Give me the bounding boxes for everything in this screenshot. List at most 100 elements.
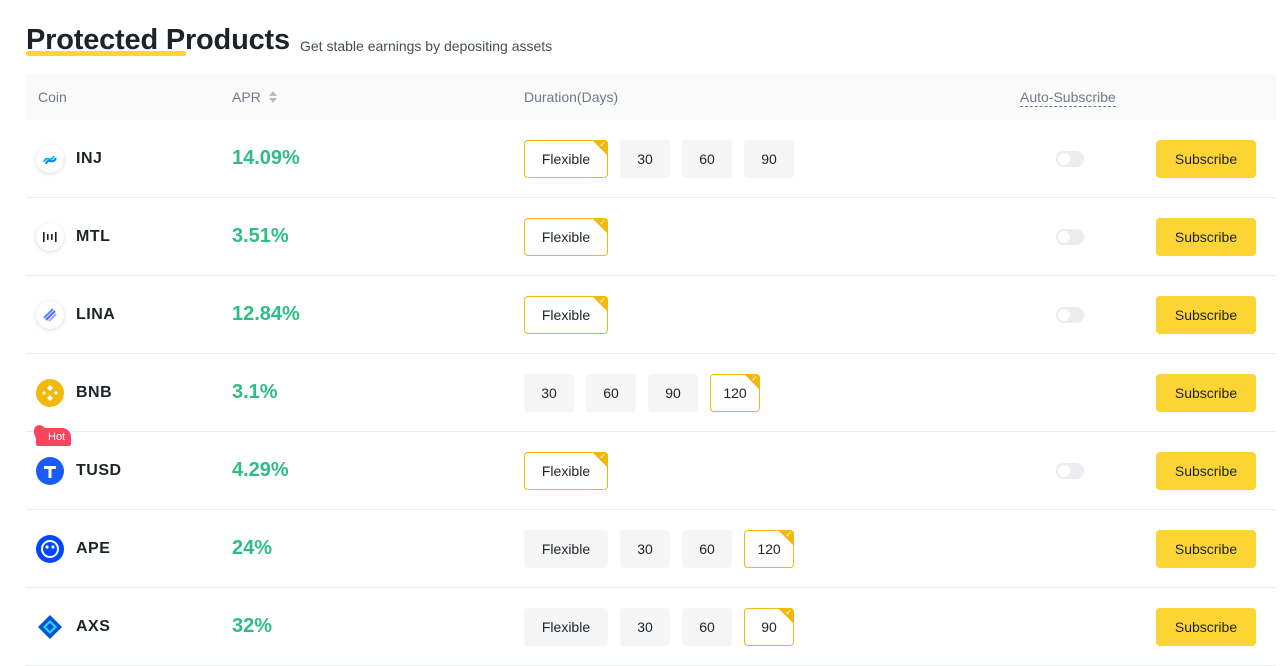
column-header-apr-label: APR bbox=[232, 89, 261, 105]
duration-options: Flexible ✓ bbox=[524, 198, 620, 275]
duration-option[interactable]: 60 bbox=[586, 373, 636, 412]
apr-value: 3.51% bbox=[232, 225, 289, 247]
coin-name: INJ bbox=[76, 149, 103, 167]
duration-option-label: Flexible bbox=[541, 462, 591, 479]
table-row: AXS 32% Flexible 30 60 90 ✓ Subscribe bbox=[26, 588, 1276, 666]
duration-option[interactable]: Flexible bbox=[524, 529, 608, 568]
auto-subscribe-toggle[interactable] bbox=[1056, 229, 1084, 245]
toggle-knob bbox=[1058, 153, 1070, 165]
apr-value: 3.1% bbox=[232, 381, 278, 403]
duration-option[interactable]: Flexible ✓ bbox=[524, 295, 608, 334]
table-row: Hot TUSD 4.29% Flexible ✓ Subscribe bbox=[26, 428, 1276, 510]
coin-name: TUSD bbox=[76, 461, 122, 479]
bnb-icon bbox=[36, 378, 64, 407]
duration-option[interactable]: 60 bbox=[682, 139, 732, 178]
toggle-knob bbox=[1058, 231, 1070, 243]
check-icon: ✓ bbox=[785, 607, 792, 617]
subscribe-button[interactable]: Subscribe bbox=[1156, 374, 1256, 412]
coin-name: APE bbox=[76, 539, 111, 557]
subscribe-button[interactable]: Subscribe bbox=[1156, 452, 1256, 490]
lina-icon bbox=[36, 300, 64, 329]
sort-icon[interactable] bbox=[268, 91, 277, 103]
duration-option-label: Flexible bbox=[541, 228, 591, 245]
column-header-coin: Coin bbox=[38, 89, 67, 105]
duration-option-label: 30 bbox=[637, 618, 653, 635]
duration-option[interactable]: Flexible bbox=[524, 607, 608, 646]
duration-option-label: Flexible bbox=[541, 540, 591, 557]
duration-option-label: 60 bbox=[699, 618, 715, 635]
coin-cell: AXS bbox=[36, 588, 110, 665]
apr-value: 12.84% bbox=[232, 303, 300, 325]
subscribe-button[interactable]: Subscribe bbox=[1156, 608, 1256, 646]
apr-value: 24% bbox=[232, 537, 273, 559]
table-row: BNB 3.1% 30 60 90 120 ✓ Subscribe bbox=[26, 354, 1276, 432]
duration-option-label: 60 bbox=[699, 150, 715, 167]
subscribe-button[interactable]: Subscribe bbox=[1156, 530, 1256, 568]
check-icon: ✓ bbox=[599, 217, 606, 227]
check-icon: ✓ bbox=[751, 373, 758, 383]
subscribe-button[interactable]: Subscribe bbox=[1156, 296, 1256, 334]
toggle-knob bbox=[1058, 309, 1070, 321]
apr-value: 32% bbox=[232, 615, 273, 637]
coin-cell: BNB bbox=[36, 354, 112, 431]
table-row: LINA 12.84% Flexible ✓ Subscribe bbox=[26, 276, 1276, 354]
coin-name: AXS bbox=[76, 617, 111, 635]
duration-option[interactable]: 30 bbox=[620, 529, 670, 568]
auto-subscribe-toggle[interactable] bbox=[1056, 463, 1084, 479]
duration-option[interactable]: 90 bbox=[744, 139, 794, 178]
column-header-apr[interactable]: APR bbox=[232, 74, 277, 120]
apr-value: 4.29% bbox=[232, 459, 289, 481]
ape-icon bbox=[36, 534, 64, 563]
duration-option[interactable]: 30 bbox=[524, 373, 574, 412]
auto-subscribe-toggle[interactable] bbox=[1056, 307, 1084, 323]
duration-option-label: 60 bbox=[603, 384, 619, 401]
page-subtitle: Get stable earnings by depositing assets bbox=[300, 38, 553, 54]
duration-option[interactable]: 120 ✓ bbox=[710, 373, 760, 412]
duration-option[interactable]: 60 bbox=[682, 607, 732, 646]
duration-options: Flexible ✓ bbox=[524, 432, 620, 509]
duration-option-label: 90 bbox=[665, 384, 681, 401]
apr-value: 14.09% bbox=[232, 147, 300, 169]
duration-option-label: 60 bbox=[699, 540, 715, 557]
duration-option-label: 30 bbox=[541, 384, 557, 401]
tusd-icon bbox=[36, 456, 64, 485]
table-row: APE 24% Flexible 30 60 120 ✓ Subscribe bbox=[26, 510, 1276, 588]
duration-option[interactable]: 90 ✓ bbox=[744, 607, 794, 646]
duration-option-label: Flexible bbox=[541, 618, 591, 635]
check-icon: ✓ bbox=[599, 451, 606, 461]
toggle-knob bbox=[1058, 465, 1070, 477]
subscribe-button[interactable]: Subscribe bbox=[1156, 140, 1256, 178]
inj-icon bbox=[36, 144, 64, 173]
coin-cell: LINA bbox=[36, 276, 115, 353]
auto-subscribe-tooltip-label[interactable]: Auto-Subscribe bbox=[1020, 88, 1116, 107]
auto-subscribe-toggle[interactable] bbox=[1056, 151, 1084, 167]
duration-options: Flexible ✓ 30 60 90 bbox=[524, 120, 806, 197]
coin-name: MTL bbox=[76, 227, 111, 245]
page-title: Protected Products bbox=[26, 24, 290, 56]
check-icon: ✓ bbox=[599, 139, 606, 149]
duration-option-label: 30 bbox=[637, 150, 653, 167]
duration-option[interactable]: 120 ✓ bbox=[744, 529, 794, 568]
column-header-duration: Duration(Days) bbox=[524, 89, 619, 105]
table-header: Coin APR Duration(Days) Auto-Subscribe bbox=[26, 74, 1276, 120]
products-table-body: INJ 14.09% Flexible ✓ 30 60 90 Subscribe… bbox=[26, 120, 1276, 666]
coin-cell: INJ bbox=[36, 120, 102, 197]
axs-icon bbox=[36, 613, 64, 641]
duration-options: Flexible ✓ bbox=[524, 276, 620, 353]
duration-option[interactable]: Flexible ✓ bbox=[524, 451, 608, 490]
duration-option[interactable]: 90 bbox=[648, 373, 698, 412]
duration-option[interactable]: Flexible ✓ bbox=[524, 139, 608, 178]
duration-option[interactable]: 30 bbox=[620, 139, 670, 178]
column-header-auto-subscribe[interactable]: Auto-Subscribe bbox=[1020, 74, 1116, 120]
coin-cell: APE bbox=[36, 510, 110, 587]
duration-option[interactable]: 30 bbox=[620, 607, 670, 646]
subscribe-button[interactable]: Subscribe bbox=[1156, 218, 1256, 256]
duration-option-label: 120 bbox=[723, 384, 747, 401]
duration-option[interactable]: Flexible ✓ bbox=[524, 217, 608, 256]
coin-cell: TUSD bbox=[36, 432, 122, 509]
duration-option-label: 30 bbox=[637, 540, 653, 557]
duration-option-label: Flexible bbox=[541, 150, 591, 167]
table-row: MTL 3.51% Flexible ✓ Subscribe bbox=[26, 198, 1276, 276]
coin-name: LINA bbox=[76, 305, 116, 323]
duration-option[interactable]: 60 bbox=[682, 529, 732, 568]
